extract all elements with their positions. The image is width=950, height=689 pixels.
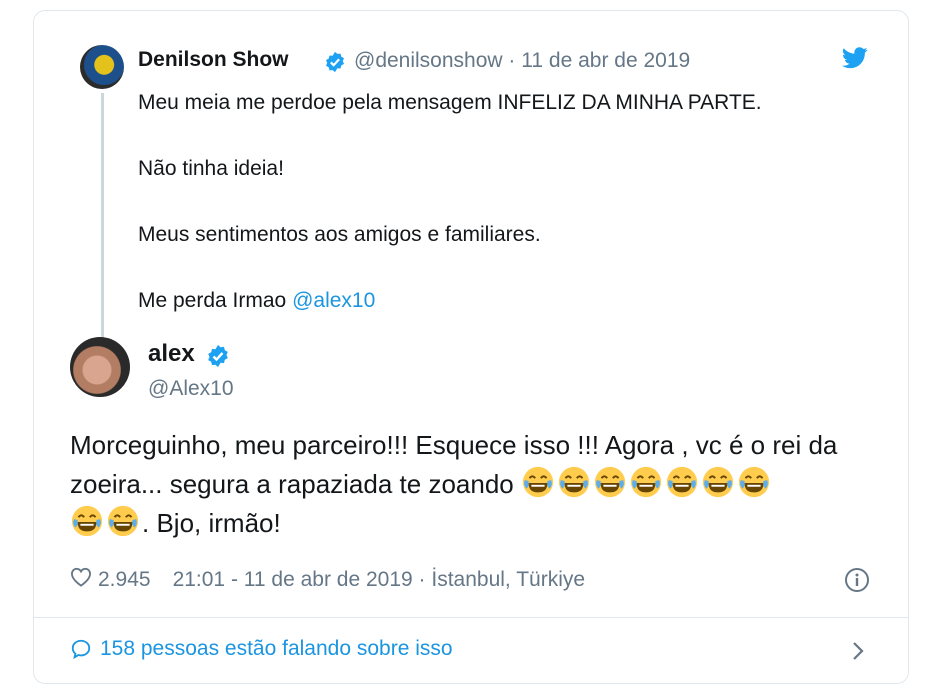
laughing-emoji-icon bbox=[521, 466, 557, 499]
laughing-emoji-icon bbox=[629, 466, 665, 499]
comment-icon bbox=[70, 638, 92, 660]
conversation-link[interactable]: 158 pessoas estão falando sobre isso bbox=[70, 637, 453, 661]
heart-icon[interactable] bbox=[70, 567, 92, 593]
divider bbox=[34, 617, 908, 618]
laughing-emoji-icon bbox=[701, 466, 737, 499]
verified-badge-icon bbox=[324, 51, 346, 78]
alex-avatar[interactable] bbox=[70, 337, 130, 397]
tweet-card: Denilson Show @denilsonshow · 11 de abr … bbox=[33, 10, 909, 684]
laughing-emoji-icon bbox=[557, 466, 593, 499]
quoted-line: Me perda Irmao @alex10 bbox=[138, 289, 376, 312]
quoted-date[interactable]: 11 de abr de 2019 bbox=[521, 49, 690, 72]
info-icon[interactable] bbox=[844, 567, 870, 598]
quoted-line: Meu meia me perdoe pela mensagem INFELIZ… bbox=[138, 91, 762, 114]
quoted-author-name[interactable]: Denilson Show bbox=[138, 48, 289, 72]
laughing-emoji-icon bbox=[593, 466, 629, 499]
author-handle[interactable]: @Alex10 bbox=[148, 377, 234, 401]
tweet-text: Morceguinho, meu parceiro!!! Esquece iss… bbox=[70, 430, 838, 538]
like-count[interactable]: 2.945 bbox=[98, 568, 151, 592]
author-name[interactable]: alex bbox=[148, 340, 195, 368]
conversation-label: 158 pessoas estão falando sobre isso bbox=[100, 637, 453, 660]
laughing-emoji-icon bbox=[737, 466, 773, 499]
laughing-emoji-icon bbox=[106, 505, 142, 538]
tweet-meta: 2.945 21:01 - 11 de abr de 2019 · İstanb… bbox=[70, 567, 585, 593]
quoted-line: Meus sentimentos aos amigos e familiares… bbox=[138, 223, 541, 246]
laughing-emoji-icon bbox=[665, 466, 701, 499]
timestamp[interactable]: 21:01 - 11 de abr de 2019 · İstanbul, Tü… bbox=[173, 568, 585, 592]
chevron-right-icon[interactable] bbox=[848, 639, 868, 668]
quoted-line: Não tinha ideia! bbox=[138, 157, 284, 180]
quoted-author-handle[interactable]: @denilsonshow · 11 de abr de 2019 bbox=[354, 49, 690, 73]
denilson-avatar[interactable] bbox=[80, 45, 124, 89]
mention-link[interactable]: @alex10 bbox=[292, 289, 375, 312]
quoted-tweet-text: Meu meia me perdoe pela mensagem INFELIZ… bbox=[138, 86, 878, 350]
laughing-emoji-icon bbox=[70, 505, 106, 538]
twitter-bird-icon[interactable] bbox=[842, 47, 868, 74]
verified-badge-icon bbox=[206, 344, 230, 373]
thread-line bbox=[101, 93, 104, 339]
